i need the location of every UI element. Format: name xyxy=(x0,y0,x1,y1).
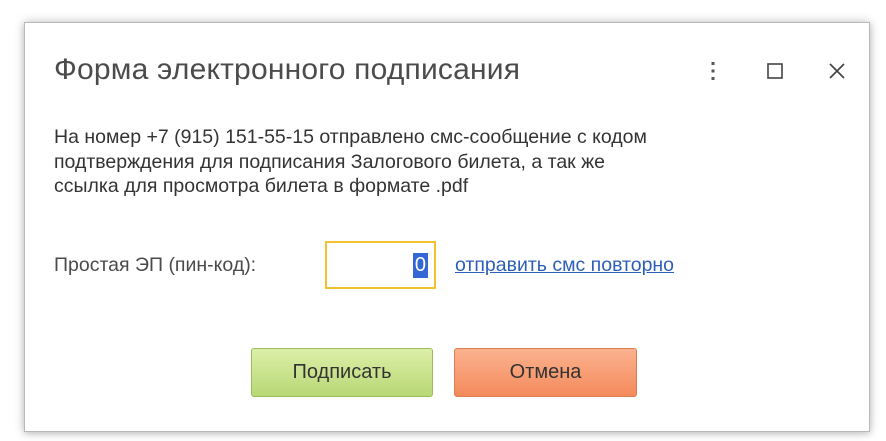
close-icon[interactable] xyxy=(825,59,849,83)
pin-input[interactable] xyxy=(327,243,434,287)
message-line: На номер +7 (915) 151-55-15 отправлено с… xyxy=(54,126,647,148)
sign-button[interactable]: Подписать xyxy=(251,348,433,397)
dialog-title: Форма электронного подписания xyxy=(54,53,521,86)
pin-input-frame[interactable]: 0 xyxy=(325,241,436,289)
signing-dialog: Форма электронного подписания На номер +… xyxy=(24,22,870,432)
pin-label: Простая ЭП (пин-код): xyxy=(54,254,257,276)
pin-row: Простая ЭП (пин-код): 0 отправить смс по… xyxy=(54,239,854,293)
screen: Форма электронного подписания На номер +… xyxy=(0,0,886,441)
cancel-button[interactable]: Отмена xyxy=(454,348,637,397)
window-controls xyxy=(701,59,849,83)
message-line: ссылка для просмотра билета в формате .p… xyxy=(54,175,469,197)
sms-message: На номер +7 (915) 151-55-15 отправлено с… xyxy=(54,125,854,199)
message-line: подтверждения для подписания Залогового … xyxy=(54,150,606,173)
resend-sms-link[interactable]: отправить смс повторно xyxy=(455,254,674,277)
more-vertical-icon[interactable] xyxy=(701,59,725,83)
maximize-icon[interactable] xyxy=(763,59,787,83)
